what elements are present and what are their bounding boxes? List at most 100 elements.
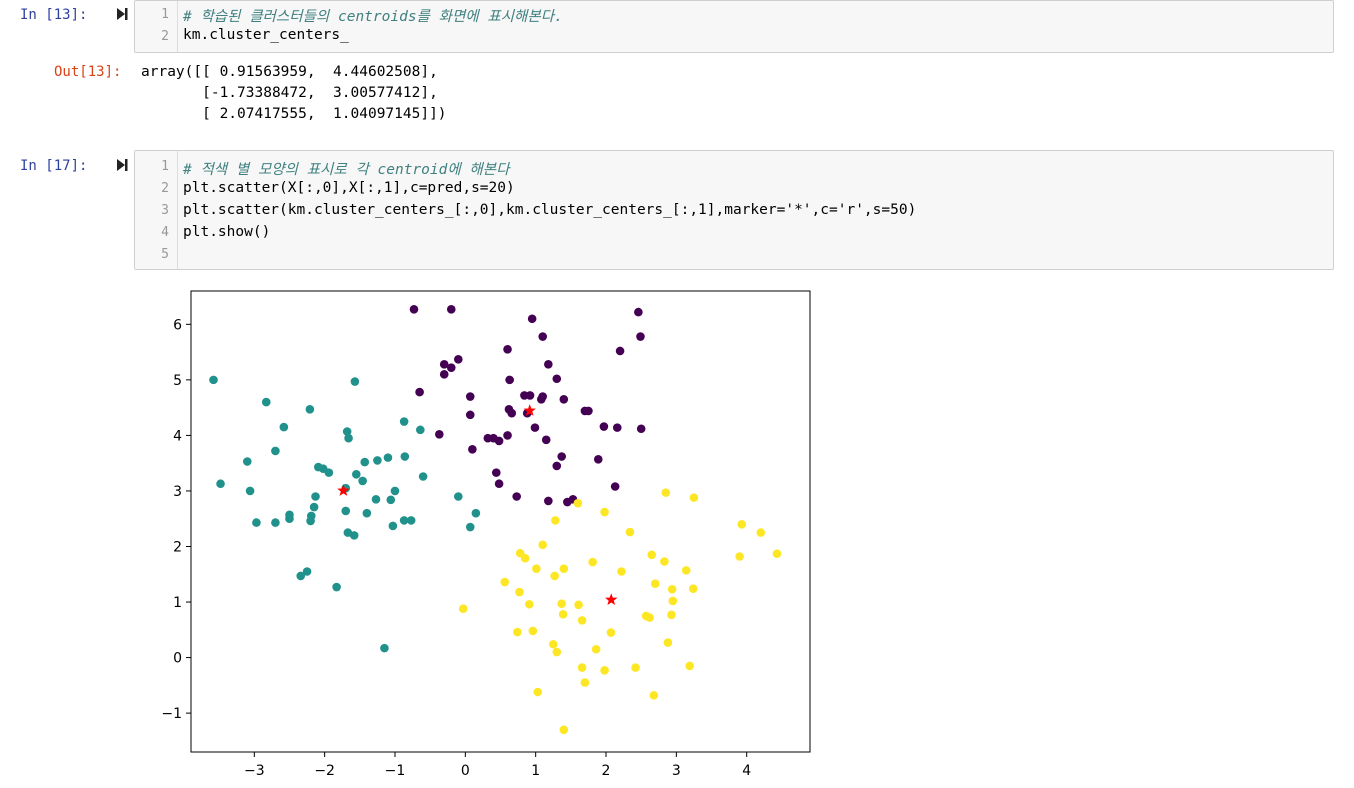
data-point-cluster-0 [610, 482, 620, 491]
data-point-cluster-2 [559, 564, 569, 574]
data-point-cluster-0 [527, 314, 537, 324]
data-point-cluster-0 [552, 374, 562, 384]
line-number: 3 [161, 203, 169, 218]
scatter-plot: −3 −2 −1 0 1 2 3 4 −1 0 1 2 3 4 5 6 [161, 290, 811, 779]
data-point-cluster-1 [311, 492, 320, 501]
data-point-cluster-1 [242, 457, 252, 466]
data-point-cluster-1 [352, 469, 361, 479]
data-point-cluster-0 [559, 395, 569, 404]
data-point-cluster-2 [552, 647, 562, 657]
data-point-cluster-0 [507, 408, 517, 418]
line-number: 2 [161, 29, 169, 44]
data-point-cluster-1 [332, 582, 341, 592]
data-point-cluster-1 [416, 425, 425, 435]
line-number: 1 [161, 7, 169, 22]
y-tick-label: 5 [173, 373, 182, 389]
data-point-cluster-0 [612, 423, 622, 432]
data-point-cluster-0 [536, 395, 546, 404]
data-point-cluster-2 [661, 488, 671, 497]
code-comment: # 학습된 클러스터들의 centroids를 화면에 표시해본다. [183, 9, 563, 25]
y-tick-label: 4 [173, 428, 182, 444]
y-tick-label: 6 [173, 317, 182, 333]
data-point-cluster-2 [685, 661, 695, 671]
data-point-cluster-0 [435, 429, 444, 439]
line-number: 1 [161, 159, 169, 174]
data-point-cluster-2 [574, 600, 583, 610]
data-point-cluster-2 [688, 584, 698, 594]
data-point-cluster-2 [649, 691, 659, 700]
data-point-cluster-1 [418, 472, 428, 481]
data-point-cluster-2 [558, 609, 568, 619]
x-tick-label: 2 [602, 763, 611, 779]
data-point-cluster-1 [271, 446, 280, 456]
output-line: [-1.73388472, 3.00577412], [141, 85, 438, 101]
data-point-cluster-1 [471, 508, 481, 518]
data-point-cluster-2 [550, 571, 559, 581]
line-number: 5 [161, 247, 169, 262]
data-point-cluster-0 [453, 355, 463, 364]
data-point-cluster-1 [285, 514, 294, 524]
points-layer [209, 305, 782, 735]
data-point-cluster-0 [530, 423, 540, 432]
data-point-cluster-2 [737, 519, 747, 529]
data-point-cluster-2 [617, 567, 626, 576]
data-point-cluster-1 [305, 405, 315, 414]
run-cell-icon[interactable] [115, 7, 129, 21]
data-point-cluster-1 [252, 518, 261, 527]
data-point-cluster-2 [588, 557, 597, 567]
output-line: [ 2.07417555, 1.04097145]]) [141, 106, 447, 122]
data-point-cluster-0 [544, 496, 553, 506]
data-point-cluster-1 [271, 518, 280, 527]
data-point-cluster-2 [520, 553, 530, 563]
data-point-cluster-1 [350, 377, 360, 386]
data-point-cluster-0 [636, 424, 646, 434]
data-point-cluster-2 [538, 540, 548, 550]
data-point-cluster-2 [591, 644, 601, 654]
x-tick-label: 3 [672, 763, 681, 779]
data-point-cluster-0 [512, 492, 521, 501]
data-point-cluster-0 [503, 345, 512, 354]
data-point-cluster-0 [557, 452, 566, 461]
data-point-cluster-1 [380, 643, 389, 653]
x-tick-label: 4 [742, 763, 751, 779]
data-point-cluster-1 [216, 479, 225, 489]
data-point-cluster-1 [362, 508, 372, 518]
data-point-cluster-1 [371, 494, 381, 504]
code-editor[interactable]: 1 2 3 4 5 # 적색 별 모양의 표시로 각 centroid에 해본다… [134, 150, 1334, 270]
x-axis: −3 −2 −1 0 1 2 3 4 [244, 752, 751, 779]
data-point-cluster-0 [634, 307, 643, 317]
y-tick-label: −1 [161, 706, 182, 722]
plot-frame [190, 290, 811, 753]
data-point-cluster-1 [209, 375, 218, 385]
data-point-cluster-2 [772, 549, 782, 559]
x-tick-label: 1 [531, 763, 540, 779]
data-point-cluster-1 [324, 468, 334, 477]
data-point-cluster-0 [446, 363, 456, 372]
data-point-cluster-2 [600, 507, 609, 517]
data-point-cluster-2 [625, 527, 635, 537]
y-tick-label: 3 [173, 484, 182, 500]
data-point-cluster-2 [548, 639, 558, 649]
data-point-cluster-2 [525, 599, 534, 609]
data-point-cluster-2 [500, 577, 510, 587]
run-cell-icon[interactable] [115, 158, 129, 172]
data-point-cluster-1 [245, 486, 255, 496]
data-point-cluster-2 [667, 610, 676, 620]
data-point-cluster-2 [513, 627, 522, 637]
code-editor[interactable]: 1 2 # 학습된 클러스터들의 centroids를 화면에 표시해본다. k… [134, 0, 1334, 53]
data-point-cluster-2 [533, 687, 543, 697]
data-point-cluster-2 [528, 626, 538, 636]
output-prompt: Out[13]: [54, 64, 122, 80]
input-prompt: In [17]: [20, 158, 88, 174]
x-tick-label: −2 [314, 763, 335, 779]
data-point-cluster-0 [599, 422, 609, 431]
data-point-cluster-1 [465, 522, 475, 532]
data-point-cluster-0 [636, 332, 645, 341]
data-point-cluster-1 [302, 567, 312, 576]
data-point-cluster-1 [399, 417, 409, 426]
data-point-cluster-1 [453, 492, 463, 501]
data-point-cluster-2 [532, 564, 541, 574]
data-point-cluster-0 [468, 444, 477, 454]
data-point-cluster-0 [593, 454, 603, 464]
data-point-cluster-0 [544, 360, 553, 369]
